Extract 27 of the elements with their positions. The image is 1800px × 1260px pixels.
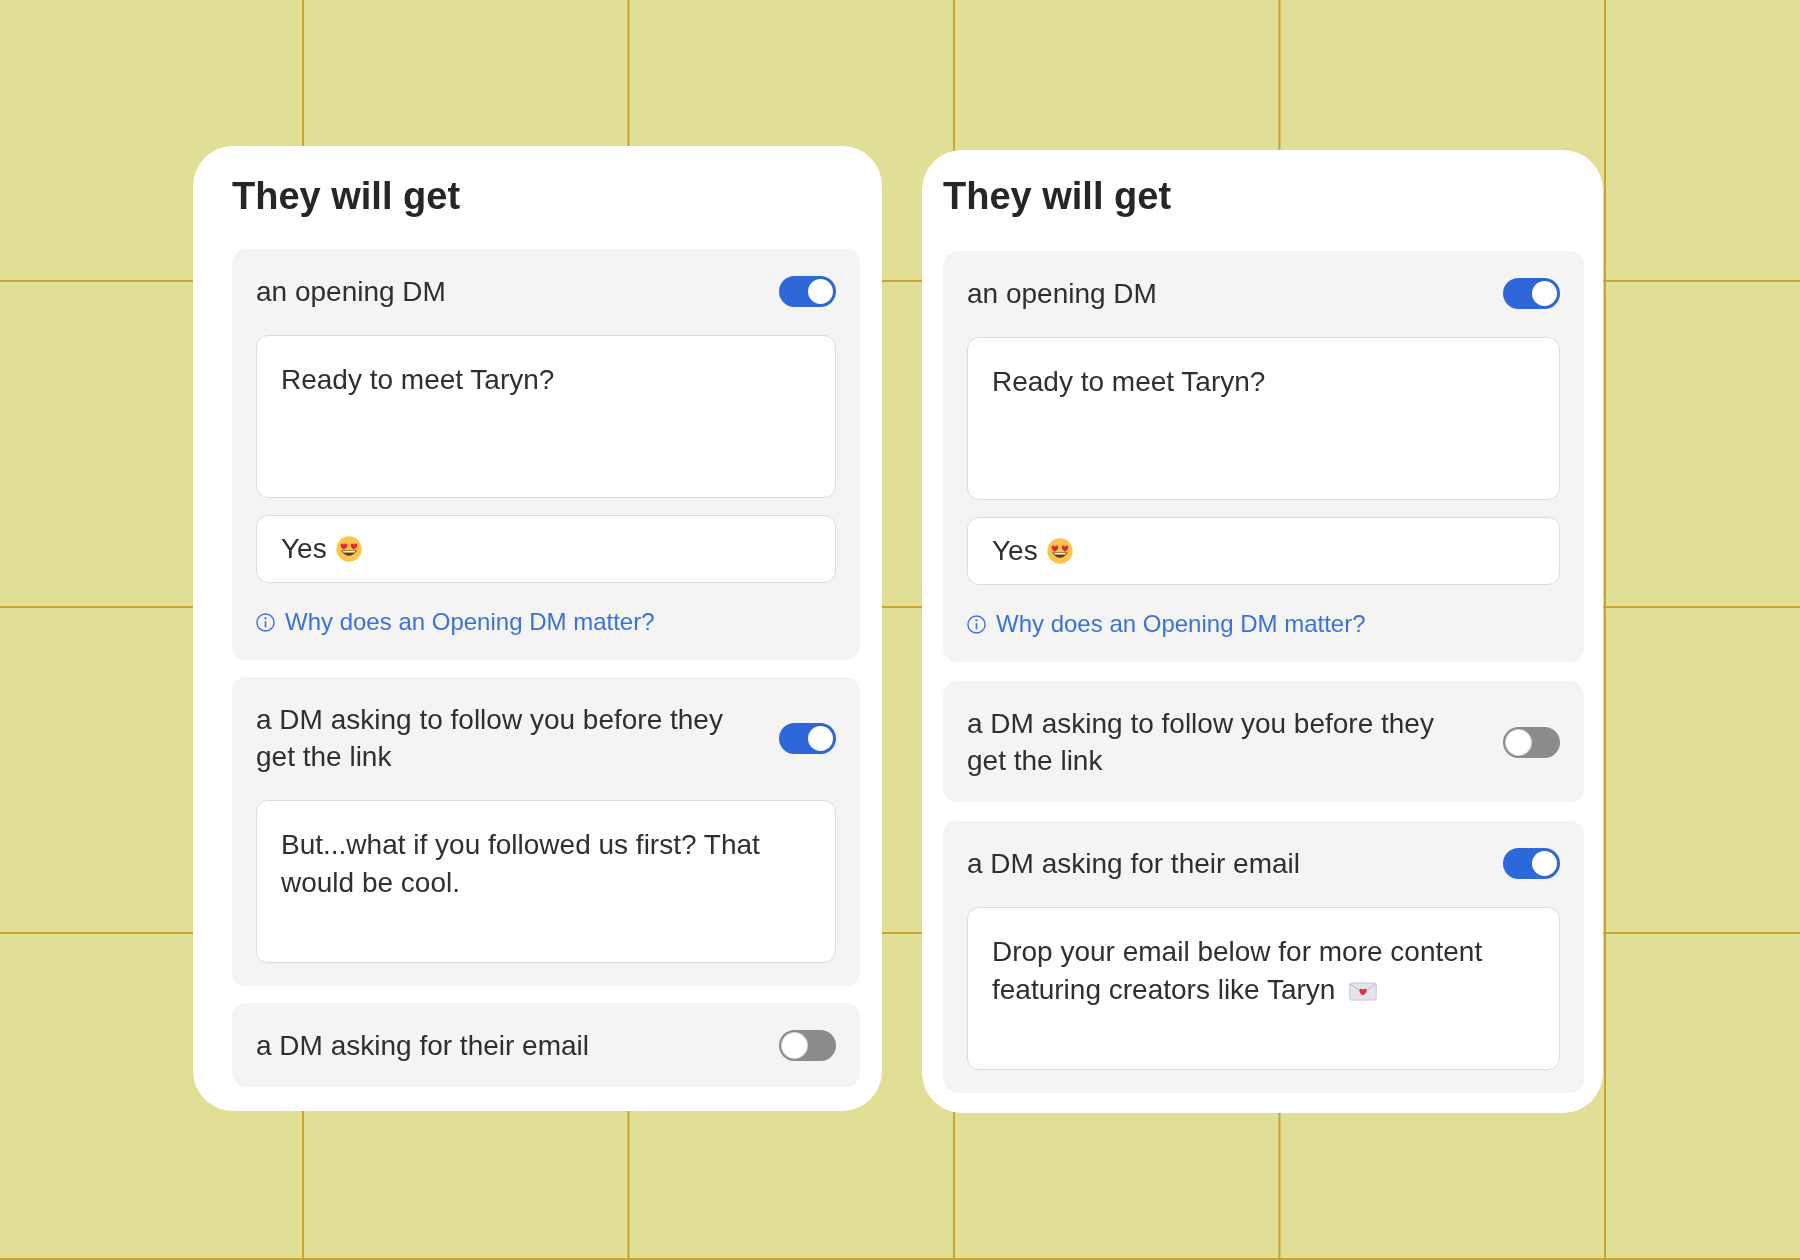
toggle-switch[interactable] — [779, 1030, 836, 1061]
reply-field[interactable]: Yes — [256, 515, 836, 583]
message-field[interactable]: Ready to meet Taryn? — [967, 337, 1560, 500]
message-field[interactable]: Ready to meet Taryn? — [256, 335, 836, 498]
reply-field[interactable]: Yes — [967, 517, 1560, 585]
heart-eyes-emoji-icon — [335, 536, 362, 562]
info-icon — [256, 612, 275, 632]
option-label: a DM asking to follow you before they get the link — [256, 703, 724, 774]
option-label: a DM asking for their email — [967, 847, 1301, 881]
option-label: an opening DM — [256, 275, 447, 309]
toggle-switch[interactable] — [1503, 726, 1560, 758]
option-label: a DM asking for their email — [256, 1029, 590, 1063]
message-field[interactable]: But...what if you followed us first? That would be cool. — [256, 800, 836, 963]
toggle-switch[interactable] — [1503, 278, 1560, 309]
heart-eyes-emoji-icon — [1046, 538, 1073, 564]
love-letter-emoji-icon — [1349, 982, 1378, 1001]
message-field[interactable]: Drop your email below for more content featuring creators like Taryn — [967, 907, 1560, 1070]
toggle-switch[interactable] — [779, 722, 836, 754]
card-title: They will get — [943, 174, 1172, 219]
toggle-switch[interactable] — [1503, 848, 1560, 879]
card-title: They will get — [232, 174, 461, 219]
info-icon — [967, 614, 986, 634]
toggle-switch[interactable] — [779, 276, 836, 307]
help-link[interactable]: Why does an Opening DM matter? — [256, 607, 655, 637]
help-link[interactable]: Why does an Opening DM matter? — [967, 609, 1366, 639]
option-label: an opening DM — [967, 277, 1158, 311]
option-label: a DM asking to follow you before they get the link — [967, 707, 1435, 778]
